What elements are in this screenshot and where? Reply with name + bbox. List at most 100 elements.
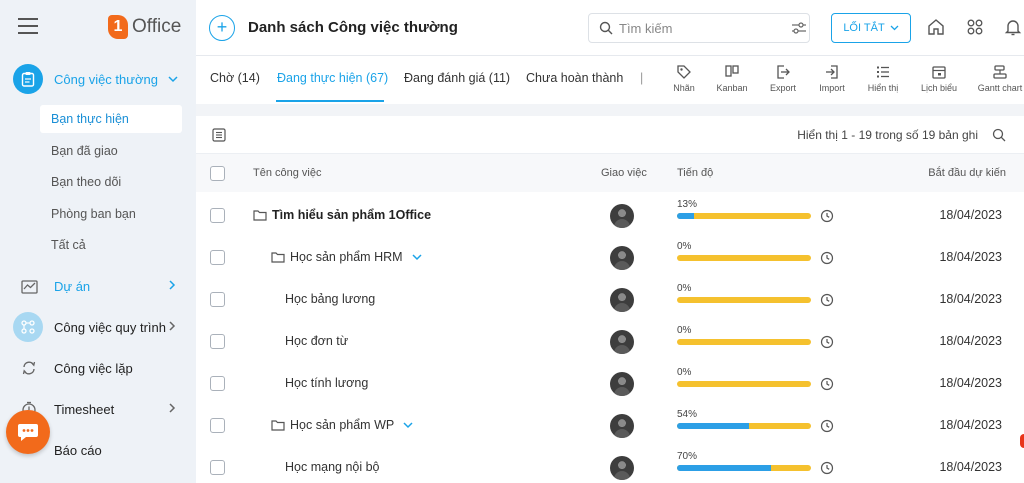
task-name[interactable]: Học mạng nội bộ — [285, 460, 380, 474]
row-checkbox[interactable] — [210, 376, 225, 391]
avatar[interactable] — [610, 456, 634, 480]
task-name[interactable]: Học sản phẩm WP — [271, 418, 413, 432]
select-all-checkbox[interactable] — [210, 166, 225, 181]
shortcut-button[interactable]: LỐI TẮT — [831, 13, 911, 43]
row-checkbox[interactable] — [210, 334, 225, 349]
column-header-progress[interactable]: Tiến độ — [677, 167, 713, 179]
table-row[interactable]: Học tính lương0%18/04/2023 — [196, 362, 1024, 404]
shortcut-label: LỐI TẮT — [843, 22, 884, 34]
progress-bar — [677, 465, 811, 471]
sidebar-item-cong-viec-lap[interactable]: Công việc lặp — [0, 353, 196, 383]
add-task-button[interactable]: + — [209, 15, 235, 41]
column-header-name[interactable]: Tên công việc — [253, 167, 321, 179]
clock-icon[interactable] — [820, 209, 834, 223]
clock-icon[interactable] — [820, 251, 834, 265]
search-icon[interactable] — [992, 128, 1006, 142]
progress-bar — [677, 255, 811, 261]
table-row[interactable]: Học sản phẩm HRM0%18/04/2023 — [196, 236, 1024, 278]
tab-dang-danh-gia[interactable]: Đang đánh giá (11) — [404, 71, 510, 85]
sidebar-item-cong-viec-thuong[interactable]: Công việc thường — [0, 62, 196, 96]
chart-envelope-icon — [20, 277, 38, 295]
home-icon[interactable] — [927, 18, 945, 36]
toolbar-lich-bieu[interactable]: Lịch biểu — [914, 64, 964, 93]
clock-icon[interactable] — [820, 419, 834, 433]
avatar[interactable] — [610, 414, 634, 438]
chevron-down-icon — [890, 25, 899, 31]
avatar[interactable] — [610, 372, 634, 396]
column-header-start-date[interactable]: Bắt đầu dự kiến — [928, 167, 1006, 179]
list-toggle-icon[interactable] — [212, 128, 226, 142]
tab-cho[interactable]: Chờ (14) — [210, 71, 260, 85]
sidebar-item-label: Dự án — [54, 279, 90, 294]
start-date: 18/04/2023 — [939, 292, 1002, 306]
logo-mark: 1 — [108, 15, 128, 39]
clock-icon[interactable] — [820, 377, 834, 391]
import-icon — [824, 64, 840, 80]
row-checkbox[interactable] — [210, 418, 225, 433]
table-row[interactable]: Học bảng lương0%18/04/2023 — [196, 278, 1024, 320]
hamburger-menu-icon[interactable] — [18, 18, 38, 36]
subnav-phong-ban-ban[interactable]: Phòng ban bạn — [40, 200, 182, 228]
search-input[interactable] — [619, 21, 769, 36]
bell-icon[interactable] — [1004, 18, 1022, 36]
avatar[interactable] — [610, 204, 634, 228]
logo[interactable]: 1 Office — [108, 14, 181, 40]
row-checkbox[interactable] — [210, 292, 225, 307]
chevron-down-icon[interactable] — [412, 254, 422, 261]
toolbar-import[interactable]: Import — [807, 64, 857, 93]
task-list-panel: Hiển thị 1 - 19 trong số 19 bản ghi Tên … — [196, 116, 1024, 483]
clock-icon[interactable] — [820, 335, 834, 349]
subnav-tat-ca[interactable]: Tất cả — [40, 231, 182, 259]
row-checkbox[interactable] — [210, 460, 225, 475]
row-checkbox[interactable] — [210, 208, 225, 223]
table-row[interactable]: Học đơn từ0%18/04/2023 — [196, 320, 1024, 362]
subnav-ban-theo-doi[interactable]: Bạn theo dõi — [40, 168, 182, 196]
progress-bar-fill — [677, 423, 749, 429]
toolbar-hien-thi[interactable]: Hiển thị — [858, 64, 908, 93]
task-name[interactable]: Học sản phẩm HRM — [271, 250, 422, 264]
apps-grid-icon[interactable] — [966, 18, 984, 36]
filter-sliders-icon[interactable] — [791, 21, 807, 35]
avatar[interactable] — [610, 288, 634, 312]
side-widget-tab[interactable] — [1020, 434, 1024, 448]
tab-chua-hoan-thanh[interactable]: Chưa hoàn thành — [526, 71, 623, 85]
chevron-right-icon — [168, 402, 176, 416]
row-checkbox[interactable] — [210, 250, 225, 265]
subnav-ban-thuc-hien[interactable]: Bạn thực hiện — [40, 105, 182, 133]
calendar-icon — [931, 64, 947, 80]
page-title: Danh sách Công việc thường — [248, 19, 458, 36]
table-row[interactable]: Học sản phẩm WP54%18/04/2023 — [196, 404, 1024, 446]
clock-icon[interactable] — [820, 293, 834, 307]
task-name[interactable]: Tìm hiểu sản phẩm 1Office — [253, 208, 431, 222]
task-name[interactable]: Học bảng lương — [285, 292, 375, 306]
task-name[interactable]: Học đơn từ — [285, 334, 348, 348]
task-name[interactable]: Học tính lương — [285, 376, 368, 390]
sidebar-item-cong-viec-quy-trinh[interactable]: Công việc quy trình — [0, 312, 196, 342]
tab-dang-thuc-hien[interactable]: Đang thực hiện (67) — [277, 71, 388, 85]
sidebar-item-du-an[interactable]: Dự án — [0, 271, 196, 301]
sidebar-item-label: Công việc thường — [54, 72, 158, 87]
chat-support-button[interactable] — [6, 410, 50, 454]
search-box[interactable] — [588, 13, 810, 43]
toolbar-label: Lịch biểu — [921, 83, 957, 93]
clipboard-icon — [13, 64, 43, 94]
list-view-icon — [875, 64, 891, 80]
avatar[interactable] — [610, 330, 634, 354]
progress-bar — [677, 297, 811, 303]
column-header-assignee[interactable]: Giao việc — [601, 167, 647, 179]
table-row[interactable]: Tìm hiểu sản phẩm 1Office13%18/04/2023 — [196, 194, 1024, 236]
subnav-ban-da-giao[interactable]: Bạn đã giao — [40, 137, 182, 165]
toolbar-nhan[interactable]: Nhãn — [659, 64, 709, 93]
table-row[interactable]: Học mạng nội bộ70%18/04/2023 — [196, 446, 1024, 483]
toolbar-gantt-chart[interactable]: Gantt chart — [975, 64, 1024, 93]
chevron-down-icon — [168, 72, 178, 86]
search-icon — [599, 21, 613, 35]
toolbar-export[interactable]: Export — [758, 64, 808, 93]
clock-icon[interactable] — [820, 461, 834, 475]
chevron-down-icon[interactable] — [403, 422, 413, 429]
toolbar-label: Nhãn — [673, 83, 695, 93]
logo-text: Office — [132, 16, 181, 38]
avatar[interactable] — [610, 246, 634, 270]
progress-bar — [677, 423, 811, 429]
toolbar-kanban[interactable]: Kanban — [707, 64, 757, 93]
